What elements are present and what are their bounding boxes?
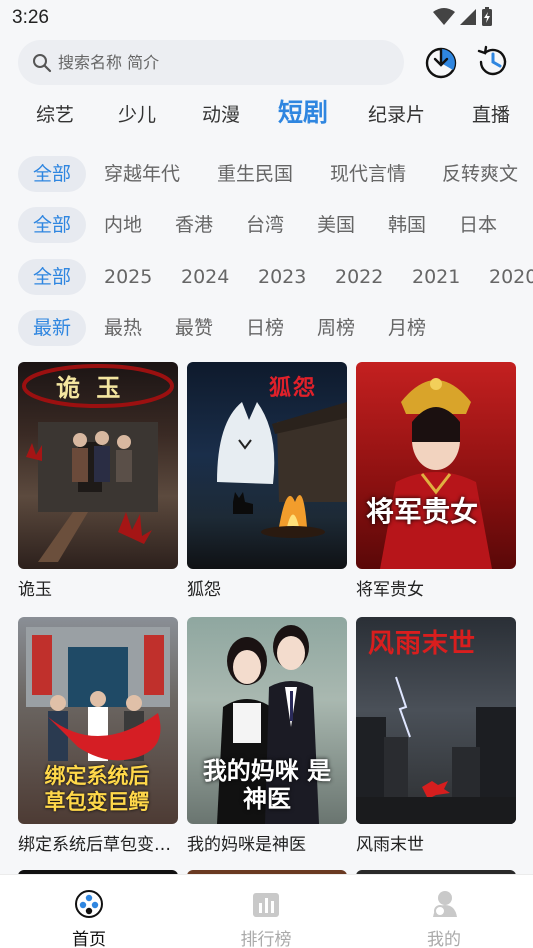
history-icon: [477, 45, 507, 76]
tab-kids[interactable]: 少儿: [118, 96, 156, 134]
history-button[interactable]: [475, 44, 511, 80]
poster-title-text: 诡 玉: [56, 373, 125, 402]
poster-image: 我的妈咪 是神医: [187, 617, 347, 824]
filter-sort-row: 最新 最热 最赞 日榜 周榜 月榜: [0, 310, 533, 350]
genre-chip[interactable]: 现代言情: [330, 156, 406, 192]
sort-chip[interactable]: 月榜: [388, 310, 426, 346]
nav-ranking[interactable]: 排行榜: [226, 889, 306, 948]
drama-card-title: 将军贵女: [356, 580, 424, 600]
tab-documentary[interactable]: 纪录片: [368, 96, 425, 134]
battery-icon: [482, 7, 492, 26]
genre-chip[interactable]: 反转爽文: [442, 156, 518, 192]
drama-card[interactable]: 我的妈咪 是神医 我的妈咪是神医: [187, 617, 347, 855]
search-input[interactable]: [58, 53, 358, 72]
genre-chip[interactable]: 穿越年代: [104, 156, 180, 192]
year-chip[interactable]: 2025: [104, 259, 152, 295]
year-chip-all[interactable]: 全部: [18, 259, 87, 295]
signal-icon: [460, 9, 476, 25]
drama-card[interactable]: 狐怨 狐怨: [187, 362, 347, 600]
genre-chip[interactable]: 重生民国: [217, 156, 293, 192]
drama-card-title: 狐怨: [187, 580, 221, 600]
poster-image: 将军贵女: [356, 362, 516, 569]
status-bar: 3:26: [0, 0, 533, 36]
poster-title-text: 风雨末世: [368, 629, 477, 659]
filter-genre-row: 全部 穿越年代 重生民国 现代言情 反转爽文: [0, 156, 533, 196]
nav-ranking-label: 排行榜: [240, 930, 292, 948]
region-chip[interactable]: 日本: [459, 207, 497, 243]
search-row: [0, 40, 533, 86]
filter-year-row: 全部 2025 2024 2023 2022 2021 2020: [0, 259, 533, 299]
poster-title-text: 将军贵女: [366, 495, 479, 528]
drama-card-title: 诡玉: [18, 580, 52, 600]
nav-mine-label: 我的: [427, 930, 461, 948]
download-button[interactable]: [423, 44, 459, 80]
region-chip[interactable]: 香港: [175, 207, 213, 243]
region-chip[interactable]: 韩国: [388, 207, 426, 243]
wifi-icon: [433, 8, 455, 25]
drama-card[interactable]: 将军贵女 将军贵女: [356, 362, 516, 600]
poster-title-text: 我的妈咪 是神医: [202, 756, 332, 813]
status-time: 3:26: [12, 7, 49, 28]
poster-image: 风雨末世: [356, 617, 516, 824]
drama-card[interactable]: 诡 玉 诡玉: [18, 362, 178, 600]
sort-chip[interactable]: 最热: [104, 310, 142, 346]
home-film-reel-icon: [75, 890, 103, 918]
poster-image: 诡 玉: [18, 362, 178, 569]
drama-card-title: 风雨末世: [356, 835, 424, 855]
tab-anime[interactable]: 动漫: [202, 96, 240, 134]
drama-card-title: 我的妈咪是神医: [187, 835, 306, 855]
region-chip[interactable]: 内地: [104, 207, 142, 243]
category-tabs: 综艺 少儿 动漫 短剧 纪录片 直播: [0, 96, 533, 136]
nav-home[interactable]: 首页: [49, 889, 129, 948]
poster-image: 狐怨: [187, 362, 347, 569]
bottom-nav: 首页 排行榜 我的: [0, 874, 533, 948]
tab-live[interactable]: 直播: [472, 96, 510, 134]
profile-icon: [433, 891, 457, 917]
nav-home-label: 首页: [72, 930, 106, 948]
year-chip[interactable]: 2022: [335, 259, 383, 295]
status-icons: [433, 7, 493, 27]
filter-region-row: 全部 内地 香港 台湾 美国 韩国 日本: [0, 207, 533, 247]
year-chip[interactable]: 2024: [181, 259, 229, 295]
year-chip[interactable]: 2020: [489, 259, 533, 295]
sort-chip-latest[interactable]: 最新: [18, 310, 87, 346]
genre-chip-all[interactable]: 全部: [18, 156, 87, 192]
sort-chip[interactable]: 最赞: [175, 310, 213, 346]
region-chip[interactable]: 美国: [317, 207, 355, 243]
drama-card[interactable]: 风雨末世 风雨末世: [356, 617, 516, 855]
sort-chip[interactable]: 日榜: [246, 310, 284, 346]
drama-card-title: 绑定系统后草包变巨鳄: [18, 835, 178, 855]
sort-chip[interactable]: 周榜: [317, 310, 355, 346]
drama-card[interactable]: 绑定系统后 草包变巨鳄 绑定系统后草包变巨鳄: [18, 617, 178, 855]
nav-mine[interactable]: 我的: [404, 889, 484, 948]
poster-title-text: 绑定系统后 草包变巨鳄: [44, 763, 150, 814]
tab-short-drama[interactable]: 短剧: [278, 94, 328, 132]
region-chip-all[interactable]: 全部: [18, 207, 87, 243]
search-bar[interactable]: [18, 40, 404, 85]
download-clock-icon: [425, 47, 457, 79]
region-chip[interactable]: 台湾: [246, 207, 284, 243]
search-icon: [32, 53, 52, 73]
year-chip[interactable]: 2023: [258, 259, 306, 295]
poster-image: 绑定系统后 草包变巨鳄: [18, 617, 178, 824]
ranking-chart-icon: [253, 893, 279, 917]
year-chip[interactable]: 2021: [412, 259, 460, 295]
tab-variety[interactable]: 综艺: [36, 96, 74, 134]
poster-title-text: 狐怨: [269, 375, 318, 401]
